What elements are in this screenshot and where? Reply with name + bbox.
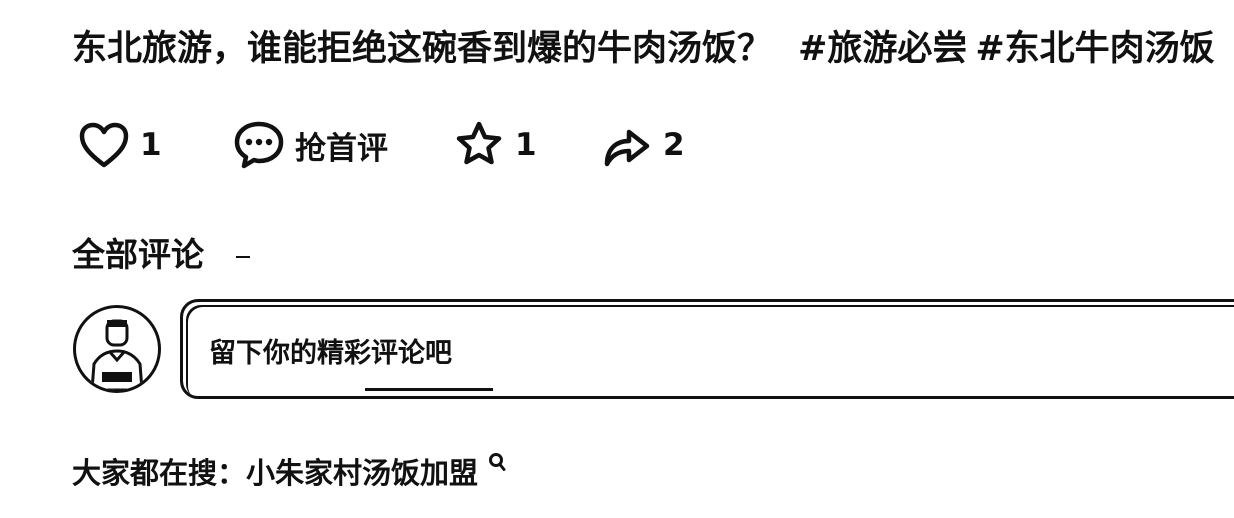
action-bar: 1 抢首评 1 2 [78, 118, 685, 172]
comments-section-title: 全部评论 [72, 228, 250, 276]
hot-search-bar: 大家都在搜：小朱家村汤饭加盟 [72, 450, 506, 492]
favorite-count: 1 [515, 127, 537, 163]
hashtag-link[interactable]: #旅游必尝 [798, 29, 967, 69]
favorite-button[interactable]: 1 [453, 120, 601, 170]
share-count: 2 [663, 127, 685, 163]
comment-bubble-icon [233, 120, 285, 170]
like-count: 1 [140, 127, 162, 163]
heart-icon [78, 121, 130, 169]
comment-first-label: 抢首评 [295, 130, 388, 167]
hot-search-term[interactable]: 小朱家村汤饭加盟 [246, 456, 478, 490]
hot-search-prefix: 大家都在搜： [72, 456, 247, 490]
like-button[interactable]: 1 [78, 121, 233, 169]
heading-divider [236, 255, 250, 258]
user-avatar-icon [90, 319, 144, 390]
comment-input[interactable] [207, 332, 1111, 374]
share-arrow-icon [601, 120, 653, 170]
star-icon [453, 120, 505, 170]
input-underline [365, 388, 493, 391]
post-title: 东北旅游，谁能拒绝这碗香到爆的牛肉汤饭？ [72, 29, 773, 69]
comment-button[interactable]: 抢首评 [233, 120, 453, 170]
search-icon[interactable] [478, 453, 506, 490]
post-title-line: 东北旅游，谁能拒绝这碗香到爆的牛肉汤饭？ #旅游必尝 #东北牛肉汤饭 [72, 20, 1215, 71]
avatar[interactable] [73, 305, 161, 393]
comments-heading: 全部评论 [72, 235, 204, 274]
share-button[interactable]: 2 [601, 120, 685, 170]
comment-input-box[interactable] [180, 299, 1234, 399]
hashtag-link[interactable]: #东北牛肉汤饭 [975, 29, 1214, 69]
